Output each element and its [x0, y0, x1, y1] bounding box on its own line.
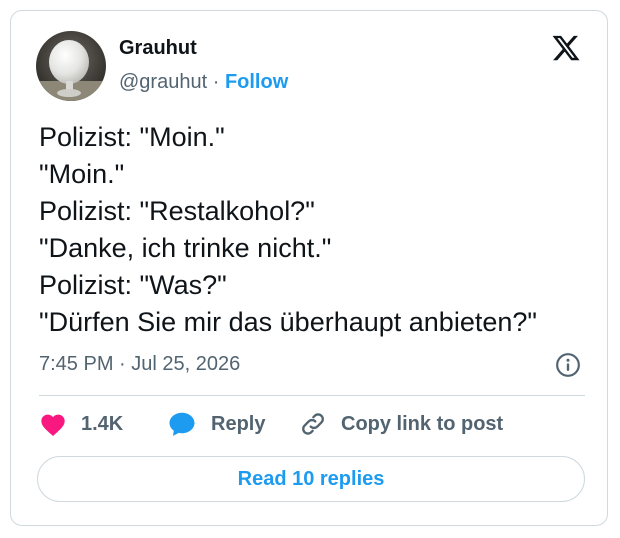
copy-link-button[interactable]: Copy link to post: [299, 409, 503, 439]
read-replies-button[interactable]: Read 10 replies: [37, 456, 585, 502]
like-count: 1.4K: [81, 412, 124, 435]
avatar[interactable]: [36, 31, 106, 101]
tweet-line: Polizist: "Moin.": [39, 122, 225, 152]
tweet-line: "Danke, ich trinke nicht.": [39, 233, 332, 263]
tweet-line: "Moin.": [39, 159, 125, 189]
reply-button[interactable]: Reply: [167, 409, 265, 439]
x-logo-icon[interactable]: [551, 33, 581, 63]
follow-button[interactable]: Follow: [225, 71, 288, 93]
author-handle-row: @grauhut · Follow: [119, 71, 288, 94]
heart-icon: [39, 411, 67, 437]
divider: [39, 395, 585, 396]
link-icon: [299, 410, 327, 438]
tweet-line: Polizist: "Restalkohol?": [39, 196, 315, 226]
reply-label: Reply: [211, 412, 266, 435]
tweet-line: Polizist: "Was?": [39, 270, 227, 300]
tweet-line: "Dürfen Sie mir das überhaupt anbieten?": [39, 307, 537, 337]
separator-dot: ·: [212, 71, 220, 93]
like-button[interactable]: 1.4K: [39, 409, 123, 439]
author-name[interactable]: Grauhut: [119, 37, 197, 60]
copy-link-label: Copy link to post: [341, 412, 504, 435]
author-handle[interactable]: @grauhut: [119, 71, 207, 93]
info-icon[interactable]: [555, 352, 581, 378]
avatar-image: [36, 31, 106, 101]
tweet-timestamp[interactable]: 7:45 PM · Jul 25, 2026: [39, 353, 240, 376]
speech-bubble-icon: [167, 410, 197, 438]
tweet-card: Grauhut @grauhut · Follow Polizist: "Moi…: [10, 10, 608, 526]
tweet-text: Polizist: "Moin." "Moin." Polizist: "Res…: [39, 119, 599, 341]
